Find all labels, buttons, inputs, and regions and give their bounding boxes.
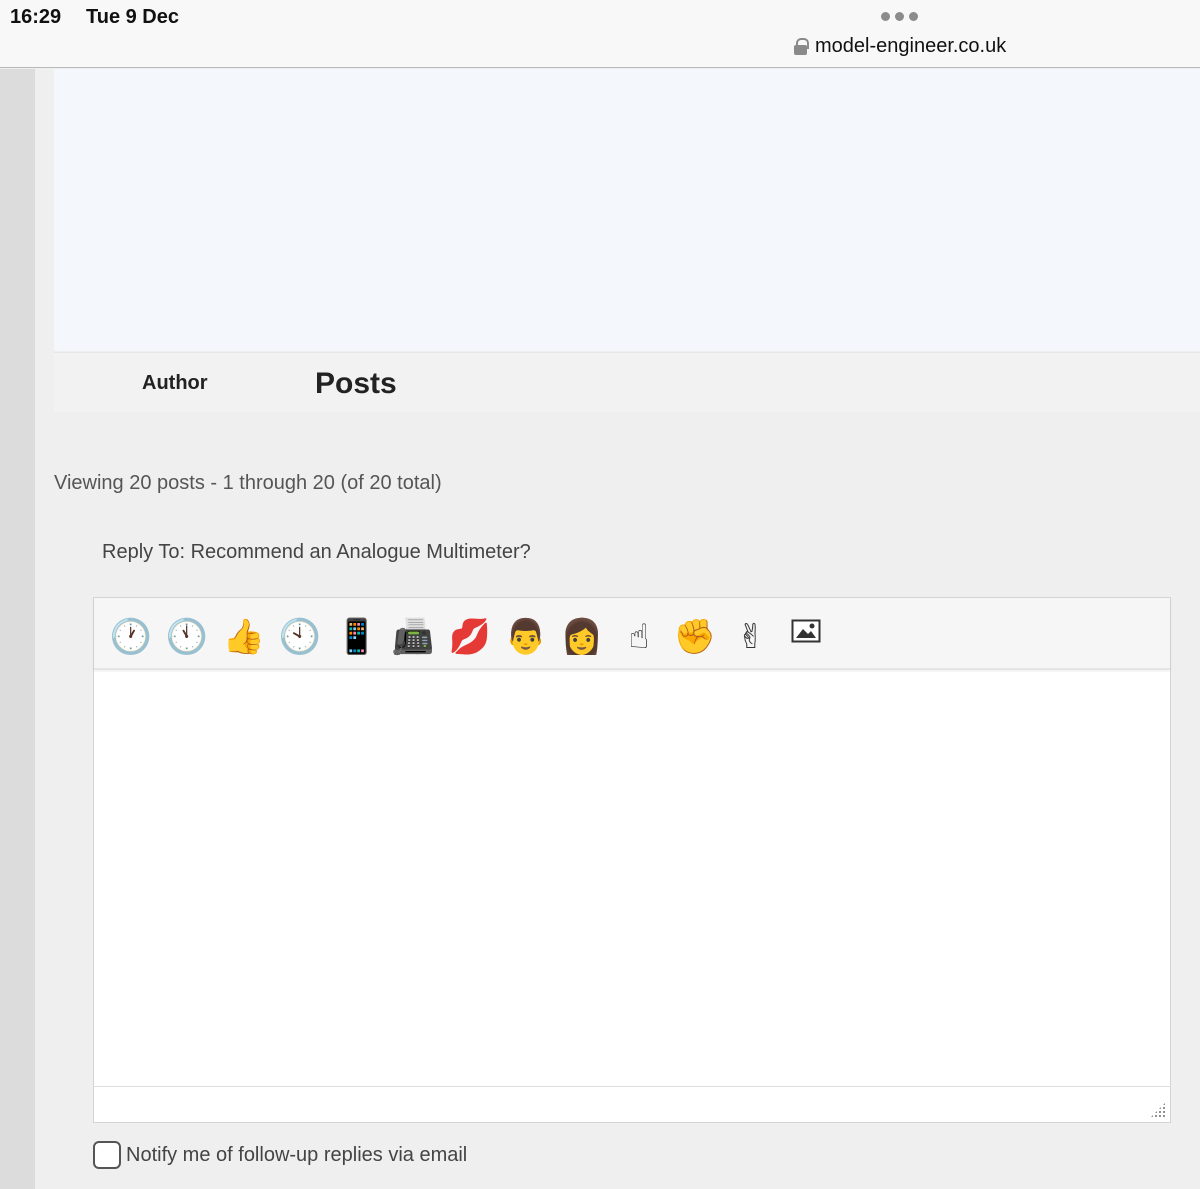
notify-label: Notify me of follow-up replies via email [126, 1143, 468, 1166]
pagination-count: Viewing 20 posts - 1 through 20 (of 20 t… [54, 472, 442, 494]
clock-one-icon[interactable]: 🕐 [109, 615, 153, 659]
status-date: Tue 9 Dec [86, 6, 179, 28]
address-bar[interactable]: model-engineer.co.uk [794, 35, 1006, 58]
insert-image-icon[interactable] [784, 615, 828, 659]
kiss-mark-icon[interactable]: 💋 [448, 615, 492, 659]
status-bar: 16:29 Tue 9 Dec model-engineer.co.uk [0, 0, 1200, 68]
notify-checkbox[interactable] [93, 1141, 121, 1169]
reply-textarea[interactable] [94, 672, 1170, 1085]
forum-table-header: Author Posts [54, 352, 1200, 412]
more-options-icon[interactable] [881, 12, 918, 21]
clock-eleven-icon[interactable]: 🕚 [165, 615, 209, 659]
man-face-icon[interactable]: 👨 [504, 615, 548, 659]
lock-icon [794, 38, 809, 55]
raised-fist-icon[interactable]: ✊ [673, 615, 717, 659]
woman-face-icon[interactable]: 👩 [560, 615, 604, 659]
victory-hand-icon[interactable]: ✌ [729, 615, 773, 659]
editor-statusbar [94, 1086, 1170, 1122]
notify-option[interactable]: Notify me of follow-up replies via email [93, 1141, 467, 1169]
left-gutter [0, 69, 35, 1189]
editor-toolbar: 🕐 🕚 👍 🕙 📱 📠 💋 👨 👩 ☝ ✊ ✌ [94, 598, 1170, 670]
author-column-header: Author [142, 372, 208, 394]
reply-editor: 🕐 🕚 👍 🕙 📱 📠 💋 👨 👩 ☝ ✊ ✌ [93, 597, 1171, 1123]
banner-area [54, 69, 1200, 351]
mobile-phone-icon[interactable]: 📱 [335, 615, 379, 659]
clock-ten-icon[interactable]: 🕙 [278, 615, 322, 659]
posts-column-header: Posts [315, 367, 397, 400]
fax-machine-icon[interactable]: 📠 [391, 615, 435, 659]
reply-to-title: Reply To: Recommend an Analogue Multimet… [102, 541, 531, 563]
resize-handle-icon[interactable] [1150, 1102, 1166, 1118]
index-pointing-up-icon[interactable]: ☝ [617, 615, 661, 659]
status-time: 16:29 [10, 6, 62, 28]
url-text: model-engineer.co.uk [815, 35, 1007, 57]
thumbs-up-icon[interactable]: 👍 [222, 615, 266, 659]
